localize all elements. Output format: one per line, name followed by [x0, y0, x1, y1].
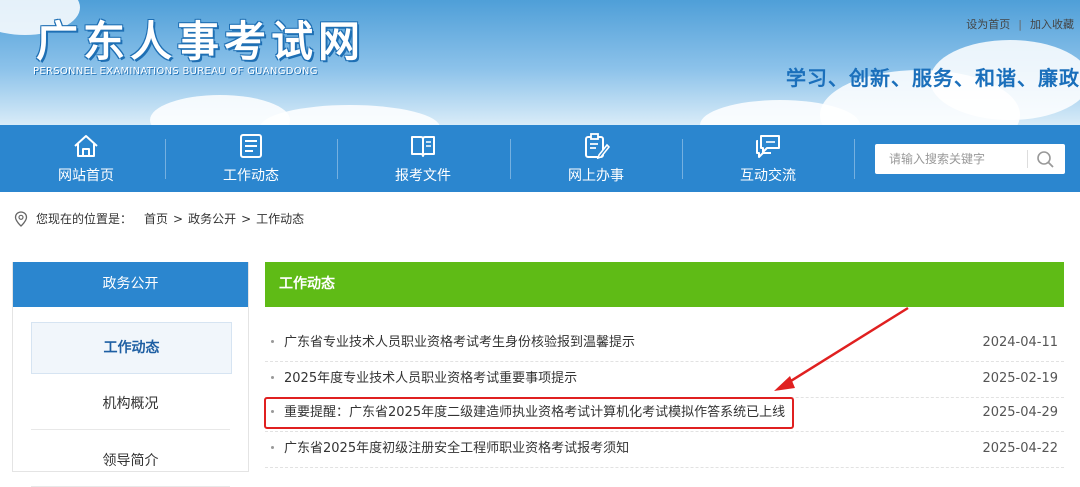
bullet: [271, 410, 274, 413]
article-row[interactable]: 2025年度专业技术人员职业资格考试重要事项提示 2025-02-19: [265, 361, 1064, 398]
header-banner: 广东人事考试网 PERSONNEL EXAMINATIONS BUREAU OF…: [0, 0, 1080, 125]
bullet: [271, 376, 274, 379]
banner-cloud: [260, 105, 440, 125]
breadcrumb: 您现在的位置是： 首页 > 政务公开 > 工作动态: [14, 210, 304, 227]
slogan: 学习、创新、服务、和谐、廉政: [786, 66, 1080, 90]
nav-home[interactable]: 网站首页: [0, 125, 172, 192]
search-icon[interactable]: [1035, 149, 1057, 169]
bullet: [271, 446, 274, 449]
sidebar-item-org-overview[interactable]: 机构概况: [31, 379, 230, 430]
breadcrumb-gov-affairs[interactable]: 政务公开: [188, 212, 236, 226]
article-title[interactable]: 广东省专业技术人员职业资格考试考生身份核验报到温馨提示: [284, 325, 635, 361]
breadcrumb-prefix: 您现在的位置是：: [36, 212, 133, 226]
sidebar-heading: 政务公开: [13, 262, 248, 307]
nav-work-news-label: 工作动态: [223, 168, 279, 184]
nav-online-service[interactable]: 网上办事: [510, 125, 682, 192]
chat-bubbles-icon: [756, 135, 780, 158]
top-link-separator: |: [1018, 18, 1022, 31]
article-date: 2025-02-19: [982, 371, 1058, 386]
article-row-highlighted[interactable]: 重要提醒：广东省2025年度二级建造师执业资格考试计算机化考试模拟作答系统已上线…: [265, 395, 1064, 432]
article-date: 2024-04-11: [982, 335, 1058, 350]
article-date: 2025-04-29: [982, 405, 1058, 420]
nav-home-label: 网站首页: [58, 168, 114, 184]
add-favorite-link[interactable]: 加入收藏: [1030, 18, 1074, 31]
set-homepage-link[interactable]: 设为首页: [966, 18, 1010, 31]
nav-interaction[interactable]: 互动交流: [682, 125, 854, 192]
breadcrumb-work-news[interactable]: 工作动态: [256, 212, 304, 226]
location-pin-icon: [14, 210, 28, 227]
nav-exam-docs-label: 报考文件: [395, 168, 451, 184]
article-title[interactable]: 2025年度专业技术人员职业资格考试重要事项提示: [284, 361, 577, 397]
sidebar: 政务公开 工作动态 机构概况 领导简介: [12, 262, 249, 487]
home-icon: [74, 135, 98, 157]
bullet: [271, 340, 274, 343]
top-links: 设为首页 | 加入收藏: [966, 16, 1074, 32]
breadcrumb-separator: >: [173, 211, 184, 226]
article-row[interactable]: 广东省2025年度初级注册安全工程师职业资格考试报考须知 2025-04-22: [265, 431, 1064, 468]
sidebar-item-work-news[interactable]: 工作动态: [31, 322, 232, 374]
nav-online-service-label: 网上办事: [568, 168, 624, 184]
nav-exam-docs[interactable]: 报考文件: [337, 125, 509, 192]
search-box: [875, 144, 1065, 174]
nav-interaction-label: 互动交流: [740, 168, 796, 184]
nav-divider: [854, 139, 855, 179]
clipboard-edit-icon: [585, 133, 610, 159]
article-title[interactable]: 重要提醒：广东省2025年度二级建造师执业资格考试计算机化考试模拟作答系统已上线: [284, 395, 785, 431]
book-icon: [411, 136, 435, 157]
nav-work-news[interactable]: 工作动态: [165, 125, 337, 192]
content-heading: 工作动态: [265, 262, 1064, 307]
article-title[interactable]: 广东省2025年度初级注册安全工程师职业资格考试报考须知: [284, 431, 629, 467]
breadcrumb-separator: >: [241, 211, 252, 226]
search-divider: [1027, 150, 1028, 168]
site-title: 广东人事考试网: [36, 17, 366, 66]
sidebar-item-leadership[interactable]: 领导简介: [31, 436, 230, 487]
news-list-icon: [240, 134, 262, 158]
article-row[interactable]: 广东省专业技术人员职业资格考试考生身份核验报到温馨提示 2024-04-11: [265, 325, 1064, 362]
article-date: 2025-04-22: [982, 441, 1058, 456]
site-subtitle: PERSONNEL EXAMINATIONS BUREAU OF GUANGDO…: [33, 66, 318, 77]
breadcrumb-home[interactable]: 首页: [144, 212, 168, 226]
search-input[interactable]: [875, 144, 1037, 174]
